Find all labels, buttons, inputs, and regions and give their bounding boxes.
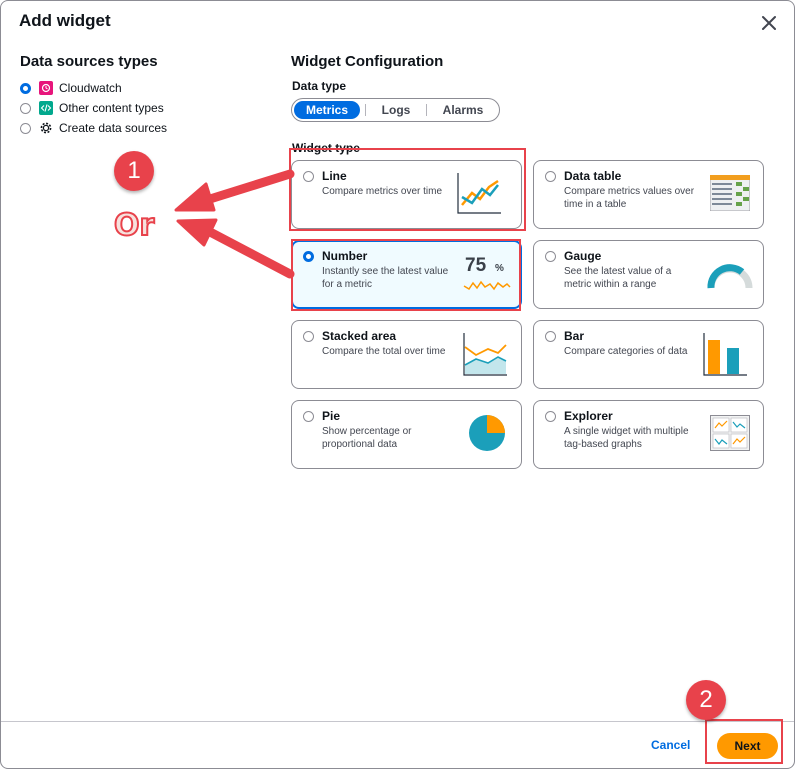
or-annotation: Or <box>113 207 155 244</box>
step-2-badge: 2 <box>686 680 726 720</box>
annotation-arrows <box>174 169 295 279</box>
step-1-badge: 1 <box>114 151 154 191</box>
